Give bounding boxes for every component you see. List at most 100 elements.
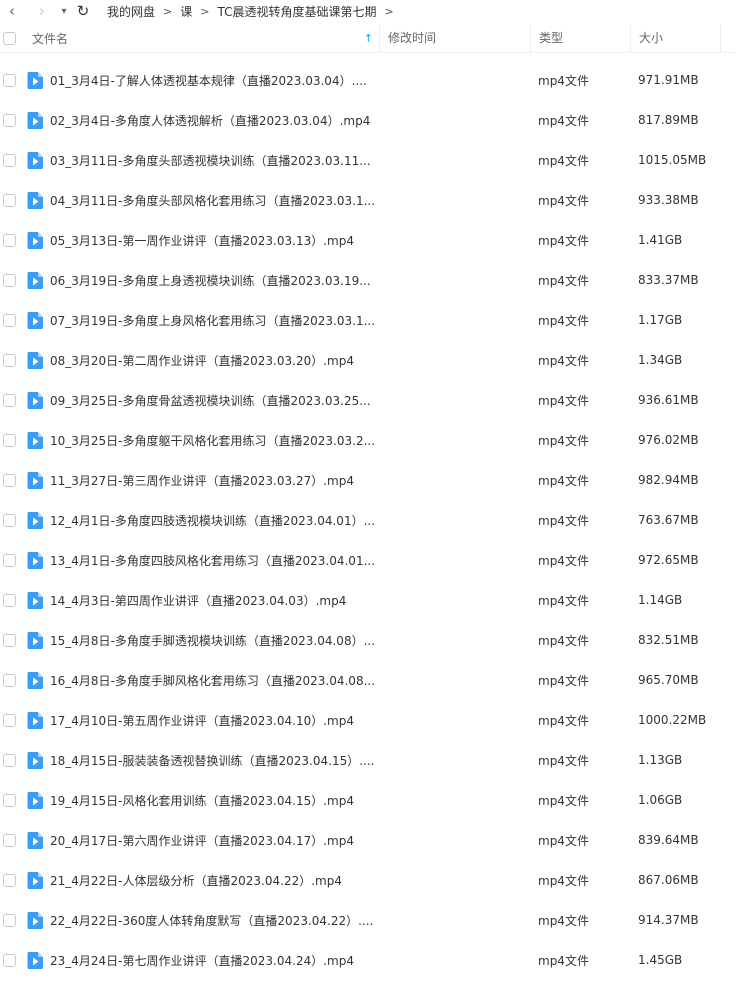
file-row[interactable]: 14_4月3日-第四周作业讲评（直播2023.04.03）.mp4 mp4文件 … (0, 580, 736, 620)
file-list: 01_3月4日-了解人体透视基本规律（直播2023.03.04）.... mp4… (0, 60, 736, 980)
file-row[interactable]: 05_3月13日-第一周作业讲评（直播2023.03.13）.mp4 mp4文件… (0, 220, 736, 260)
file-size: 982.94MB (638, 473, 699, 487)
file-row[interactable]: 06_3月19日-多角度上身透视模块训练（直播2023.03.19... mp4… (0, 260, 736, 300)
file-name[interactable]: 09_3月25日-多角度骨盆透视模块训练（直播2023.03.25... (50, 392, 382, 409)
file-row[interactable]: 04_3月11日-多角度头部风格化套用练习（直播2023.03.1... mp4… (0, 180, 736, 220)
file-name[interactable]: 06_3月19日-多角度上身透视模块训练（直播2023.03.19... (50, 272, 382, 289)
file-size: 933.38MB (638, 193, 699, 207)
breadcrumb-item-my-drive[interactable]: 我的网盘 (107, 3, 155, 20)
column-header-size[interactable]: 大小 (631, 24, 721, 52)
file-row[interactable]: 03_3月11日-多角度头部透视模块训练（直播2023.03.11... mp4… (0, 140, 736, 180)
file-name[interactable]: 20_4月17日-第六周作业讲评（直播2023.04.17）.mp4 (50, 832, 382, 849)
video-file-icon (27, 271, 43, 289)
row-checkbox[interactable] (3, 153, 16, 167)
file-name[interactable]: 05_3月13日-第一周作业讲评（直播2023.03.13）.mp4 (50, 232, 382, 249)
file-name[interactable]: 17_4月10日-第五周作业讲评（直播2023.04.10）.mp4 (50, 712, 382, 729)
file-size: 965.70MB (638, 673, 699, 687)
file-row[interactable]: 15_4月8日-多角度手脚透视模块训练（直播2023.04.08）... mp4… (0, 620, 736, 660)
row-checkbox[interactable] (3, 193, 16, 207)
row-checkbox[interactable] (3, 913, 16, 927)
file-row[interactable]: 22_4月22日-360度人体转角度默写（直播2023.04.22）.... m… (0, 900, 736, 940)
file-name[interactable]: 11_3月27日-第三周作业讲评（直播2023.03.27）.mp4 (50, 472, 382, 489)
file-row[interactable]: 10_3月25日-多角度躯干风格化套用练习（直播2023.03.2... mp4… (0, 420, 736, 460)
file-row[interactable]: 18_4月15日-服装装备透视替换训练（直播2023.04.15）.... mp… (0, 740, 736, 780)
row-checkbox[interactable] (3, 833, 16, 847)
file-name[interactable]: 08_3月20日-第二周作业讲评（直播2023.03.20）.mp4 (50, 352, 382, 369)
file-name[interactable]: 19_4月15日-风格化套用训练（直播2023.04.15）.mp4 (50, 792, 382, 809)
row-checkbox[interactable] (3, 553, 16, 567)
file-row[interactable]: 02_3月4日-多角度人体透视解析（直播2023.03.04）.mp4 mp4文… (0, 100, 736, 140)
row-checkbox[interactable] (3, 113, 16, 127)
column-header-type[interactable]: 类型 (531, 24, 631, 52)
file-row[interactable]: 11_3月27日-第三周作业讲评（直播2023.03.27）.mp4 mp4文件… (0, 460, 736, 500)
row-checkbox[interactable] (3, 233, 16, 247)
sort-ascending-icon[interactable]: ↑ (364, 32, 373, 45)
row-checkbox[interactable] (3, 393, 16, 407)
row-checkbox[interactable] (3, 713, 16, 727)
select-all-checkbox[interactable] (3, 31, 16, 45)
file-name[interactable]: 22_4月22日-360度人体转角度默写（直播2023.04.22）.... (50, 912, 382, 929)
row-checkbox[interactable] (3, 873, 16, 887)
file-row[interactable]: 20_4月17日-第六周作业讲评（直播2023.04.17）.mp4 mp4文件… (0, 820, 736, 860)
video-file-icon (27, 751, 43, 769)
file-name[interactable]: 02_3月4日-多角度人体透视解析（直播2023.03.04）.mp4 (50, 112, 382, 129)
file-row[interactable]: 17_4月10日-第五周作业讲评（直播2023.04.10）.mp4 mp4文件… (0, 700, 736, 740)
file-row[interactable]: 19_4月15日-风格化套用训练（直播2023.04.15）.mp4 mp4文件… (0, 780, 736, 820)
row-checkbox[interactable] (3, 473, 16, 487)
file-name[interactable]: 14_4月3日-第四周作业讲评（直播2023.04.03）.mp4 (50, 592, 382, 609)
file-type: mp4文件 (538, 953, 589, 968)
row-checkbox[interactable] (3, 753, 16, 767)
file-type: mp4文件 (538, 153, 589, 168)
row-checkbox[interactable] (3, 513, 16, 527)
row-checkbox[interactable] (3, 673, 16, 687)
history-dropdown-icon[interactable]: ▾ (58, 0, 70, 22)
file-row[interactable]: 08_3月20日-第二周作业讲评（直播2023.03.20）.mp4 mp4文件… (0, 340, 736, 380)
breadcrumb-item-course[interactable]: 课 (180, 3, 192, 20)
file-name[interactable]: 18_4月15日-服装装备透视替换训练（直播2023.04.15）.... (50, 752, 382, 769)
file-row[interactable]: 01_3月4日-了解人体透视基本规律（直播2023.03.04）.... mp4… (0, 60, 736, 100)
file-row[interactable]: 16_4月8日-多角度手脚风格化套用练习（直播2023.04.08... mp4… (0, 660, 736, 700)
file-name[interactable]: 16_4月8日-多角度手脚风格化套用练习（直播2023.04.08... (50, 672, 382, 689)
file-size: 1015.05MB (638, 153, 707, 167)
row-checkbox[interactable] (3, 353, 16, 367)
file-size: 972.65MB (638, 553, 699, 567)
row-checkbox[interactable] (3, 433, 16, 447)
file-size: 763.67MB (638, 513, 699, 527)
file-row[interactable]: 09_3月25日-多角度骨盆透视模块训练（直播2023.03.25... mp4… (0, 380, 736, 420)
row-checkbox[interactable] (3, 593, 16, 607)
file-name[interactable]: 01_3月4日-了解人体透视基本规律（直播2023.03.04）.... (50, 72, 382, 89)
file-name[interactable]: 15_4月8日-多角度手脚透视模块训练（直播2023.04.08）... (50, 632, 382, 649)
file-name[interactable]: 04_3月11日-多角度头部风格化套用练习（直播2023.03.1... (50, 192, 382, 209)
refresh-icon[interactable]: ↻ (73, 0, 93, 22)
file-size: 1.17GB (638, 313, 683, 327)
row-checkbox[interactable] (3, 953, 16, 967)
row-checkbox[interactable] (3, 633, 16, 647)
back-arrow-icon[interactable]: ‹ (2, 0, 22, 22)
file-type: mp4文件 (538, 473, 589, 488)
file-type: mp4文件 (538, 753, 589, 768)
file-name[interactable]: 12_4月1日-多角度四肢透视模块训练（直播2023.04.01）... (50, 512, 382, 529)
file-row[interactable]: 13_4月1日-多角度四肢风格化套用练习（直播2023.04.01... mp4… (0, 540, 736, 580)
row-checkbox[interactable] (3, 793, 16, 807)
file-name[interactable]: 10_3月25日-多角度躯干风格化套用练习（直播2023.03.2... (50, 432, 382, 449)
file-name[interactable]: 07_3月19日-多角度上身风格化套用练习（直播2023.03.1... (50, 312, 382, 329)
file-row[interactable]: 07_3月19日-多角度上身风格化套用练习（直播2023.03.1... mp4… (0, 300, 736, 340)
row-checkbox[interactable] (3, 273, 16, 287)
row-checkbox[interactable] (3, 73, 16, 87)
file-type: mp4文件 (538, 593, 589, 608)
file-row[interactable]: 21_4月22日-人体层级分析（直播2023.04.22）.mp4 mp4文件 … (0, 860, 736, 900)
file-row[interactable]: 23_4月24日-第七周作业讲评（直播2023.04.24）.mp4 mp4文件… (0, 940, 736, 980)
file-size: 1.41GB (638, 233, 683, 247)
file-name[interactable]: 13_4月1日-多角度四肢风格化套用练习（直播2023.04.01... (50, 552, 382, 569)
file-row[interactable]: 12_4月1日-多角度四肢透视模块训练（直播2023.04.01）... mp4… (0, 500, 736, 540)
file-type: mp4文件 (538, 793, 589, 808)
column-header-name[interactable]: 文件名 ↑ (32, 24, 380, 52)
file-name[interactable]: 21_4月22日-人体层级分析（直播2023.04.22）.mp4 (50, 872, 382, 889)
column-header-modified-time[interactable]: 修改时间 (380, 24, 531, 52)
row-checkbox[interactable] (3, 313, 16, 327)
file-name[interactable]: 23_4月24日-第七周作业讲评（直播2023.04.24）.mp4 (50, 952, 382, 969)
forward-arrow-icon[interactable]: › (32, 0, 52, 22)
file-name[interactable]: 03_3月11日-多角度头部透视模块训练（直播2023.03.11... (50, 152, 382, 169)
file-type: mp4文件 (538, 113, 589, 128)
breadcrumb-item-current-folder[interactable]: TC晨透视转角度基础课第七期 (217, 3, 376, 20)
